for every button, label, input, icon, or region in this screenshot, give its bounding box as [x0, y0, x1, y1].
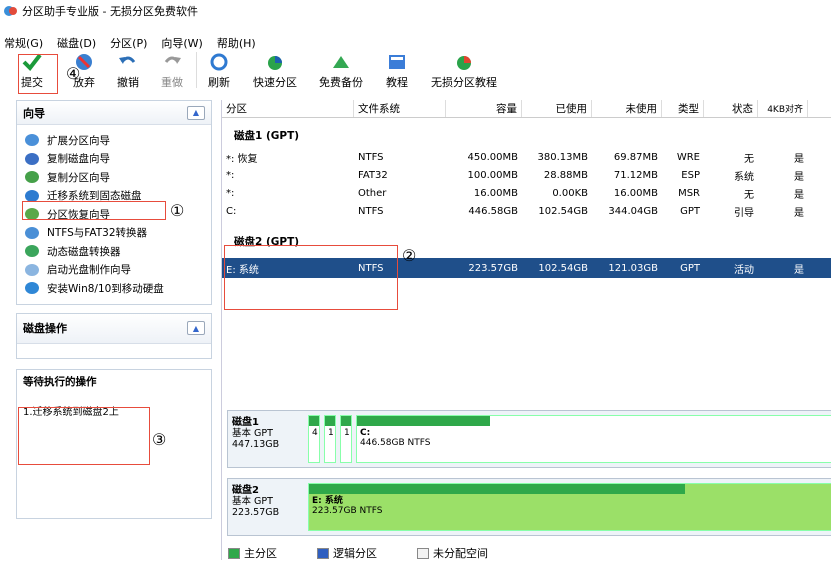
pie-icon	[457, 56, 471, 70]
toolbar-separator	[196, 52, 197, 88]
menu-wizard[interactable]: 向导(W)	[161, 35, 202, 51]
wizard-item-copy-disk[interactable]: 复制磁盘向导	[25, 150, 211, 169]
app-icon	[4, 6, 17, 16]
redo-button[interactable]: 重做	[160, 52, 184, 90]
primary-swatch	[228, 547, 240, 559]
lossless-tutorial-button[interactable]: 无损分区教程	[431, 52, 497, 90]
windows-icon	[25, 282, 39, 295]
pending-title: 等待执行的操作	[23, 375, 97, 388]
commit-highlight	[18, 54, 58, 94]
annotation-3: ③	[152, 430, 167, 449]
partition-block[interactable]: 1	[324, 415, 336, 463]
legend: 主分区 逻辑分区 未分配空间	[228, 545, 528, 561]
partition-block[interactable]: 1	[340, 415, 352, 463]
disk2-map[interactable]: 磁盘2 基本 GPT 223.57GB E: 系统 223.57GB NTFS	[227, 478, 831, 536]
undo-icon	[119, 56, 136, 64]
wizard-item-dynamic[interactable]: 动态磁盘转换器	[25, 242, 211, 261]
annotation-1: ①	[170, 201, 185, 220]
book-icon	[389, 55, 405, 69]
menu-partition[interactable]: 分区(P)	[110, 35, 147, 51]
annotation-2: ②	[402, 246, 417, 265]
disk1-map[interactable]: 磁盘1 基本 GPT 447.13GB 4 1 1 C: 446.58GB NTF…	[227, 410, 831, 468]
copy-disk-icon	[25, 152, 39, 165]
disc-icon	[25, 263, 39, 276]
quick-partition-icon	[268, 56, 282, 70]
table-row[interactable]: *: Other 16.00MB 0.00KB 16.00MB MSR 无是	[222, 184, 831, 202]
menu-bar: 常规(G) 磁盘(D) 分区(P) 向导(W) 帮助(H)	[0, 34, 831, 52]
table-row[interactable]: C: NTFS 446.58GB 102.54GB 344.04GB GPT 引导是	[222, 202, 831, 220]
left-pane: 向导 ▲ 扩展分区向导 复制磁盘向导 复制分区向导 迁移系统到固态磁盘 分区恢复…	[16, 100, 212, 560]
wizard-item-bootable[interactable]: 启动光盘制作向导	[25, 261, 211, 280]
migrate-icon	[25, 189, 39, 202]
annotation-4: ④	[66, 64, 81, 83]
undo-button[interactable]: 撤销	[116, 52, 140, 90]
window-title: 分区助手专业版 - 无损分区免费软件	[22, 5, 198, 18]
title-bar: 分区助手专业版 - 无损分区免费软件	[0, 0, 831, 22]
col-capacity[interactable]: 容量	[446, 100, 522, 117]
col-4k[interactable]: 4KB对齐	[758, 100, 808, 117]
refresh-icon	[210, 53, 228, 71]
col-type[interactable]: 类型	[662, 100, 704, 117]
free-backup-button[interactable]: 免费备份	[319, 52, 363, 90]
wizard-panel-title: 向导	[23, 106, 45, 120]
collapse-icon[interactable]: ▲	[187, 321, 205, 335]
tutorial-button[interactable]: 教程	[385, 52, 409, 90]
menu-disk[interactable]: 磁盘(D)	[57, 35, 96, 51]
wizard-item-extend[interactable]: 扩展分区向导	[25, 131, 211, 150]
toolbar: 提交 放弃 撤销 重做 刷新 快速分区 免费备份 教程 无损分区教程	[0, 52, 831, 96]
disk1-title: 磁盘1 (GPT)	[234, 130, 300, 142]
col-used[interactable]: 已使用	[522, 100, 592, 117]
copy-partition-icon	[25, 171, 39, 184]
menu-general[interactable]: 常规(G)	[4, 35, 43, 51]
disk2-highlight	[224, 245, 398, 310]
quick-partition-button[interactable]: 快速分区	[253, 52, 297, 90]
partition-block-e[interactable]: E: 系统 223.57GB NTFS	[308, 483, 831, 531]
disk-ops-title: 磁盘操作	[23, 322, 67, 335]
table-row[interactable]: *: FAT32 100.00MB 28.88MB 71.12MB ESP 系统是	[222, 166, 831, 184]
redo-icon	[164, 56, 181, 64]
col-partition[interactable]: 分区	[222, 100, 354, 117]
col-filesystem[interactable]: 文件系统	[354, 100, 446, 117]
unalloc-swatch	[417, 547, 429, 559]
disk1-map-name: 磁盘1	[232, 417, 259, 428]
logical-swatch	[317, 547, 329, 559]
menu-help[interactable]: 帮助(H)	[217, 35, 256, 51]
migrate-highlight	[22, 201, 166, 220]
col-unused[interactable]: 未使用	[592, 100, 662, 117]
convert-icon	[25, 226, 39, 239]
partition-block[interactable]: 4	[308, 415, 320, 463]
backup-icon	[333, 56, 349, 68]
collapse-icon[interactable]: ▲	[187, 105, 205, 120]
dynamic-disk-icon	[25, 245, 39, 258]
refresh-button[interactable]: 刷新	[207, 52, 231, 90]
wizard-item-wintogo[interactable]: 安装Win8/10到移动硬盘	[25, 279, 211, 298]
partition-block-c[interactable]: C: 446.58GB NTFS	[356, 415, 831, 463]
disk-ops-panel: 磁盘操作 ▲	[16, 312, 212, 359]
wizard-item-ntfs-fat32[interactable]: NTFS与FAT32转换器	[25, 224, 211, 243]
column-header: 分区 文件系统 容量 已使用 未使用 类型 状态 4KB对齐	[222, 100, 831, 118]
pending-highlight	[18, 407, 150, 465]
col-status[interactable]: 状态	[704, 100, 758, 117]
disk2-map-name: 磁盘2	[232, 485, 259, 496]
table-row[interactable]: *: 恢复 NTFS 450.00MB 380.13MB 69.87MB WRE 无是	[222, 148, 831, 166]
wizard-item-copy-partition[interactable]: 复制分区向导	[25, 168, 211, 187]
extend-icon	[25, 134, 39, 147]
partition-pane: 分区 文件系统 容量 已使用 未使用 类型 状态 4KB对齐 磁盘1 (GPT)…	[221, 100, 831, 560]
